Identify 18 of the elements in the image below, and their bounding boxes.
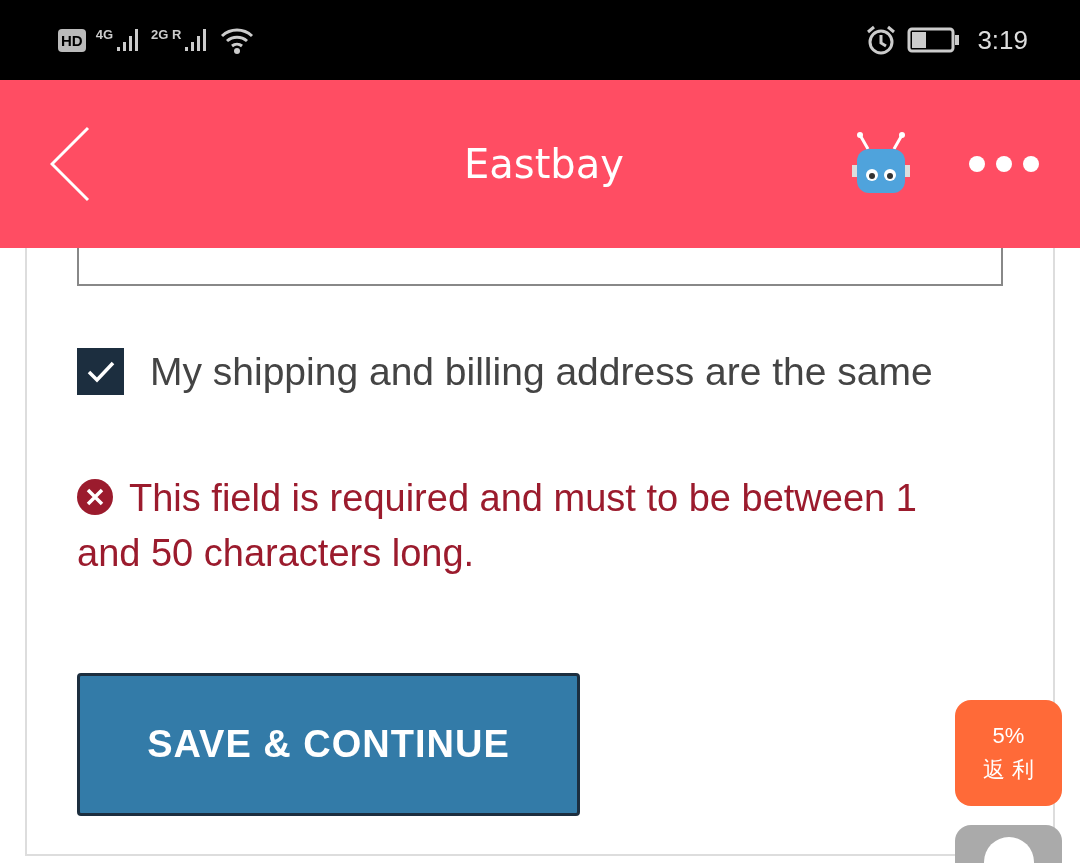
network-label: 4G — [95, 27, 113, 42]
rebate-badge[interactable]: 5% 返 利 — [955, 700, 1062, 806]
error-message: This field is required and must to be between 1 and 50 characters long. — [77, 476, 918, 576]
network-label: 2G R — [151, 27, 182, 42]
alarm-icon — [865, 24, 898, 56]
clock-time: 3:19 — [977, 24, 1028, 56]
battery-icon — [907, 26, 962, 54]
error-icon — [77, 479, 113, 515]
save-continue-button[interactable]: SAVE & CONTINUE — [77, 673, 580, 816]
check-icon — [85, 359, 116, 384]
page-title: Eastbay — [463, 141, 625, 187]
checkbox-label: My shipping and billing address are the same — [150, 349, 933, 394]
input-field[interactable] — [77, 248, 1003, 286]
hd-badge: HD — [58, 28, 86, 52]
more-icon[interactable] — [968, 155, 1040, 173]
checkbox[interactable] — [77, 348, 124, 395]
back-icon[interactable] — [50, 126, 90, 202]
signal-icon — [115, 27, 141, 53]
